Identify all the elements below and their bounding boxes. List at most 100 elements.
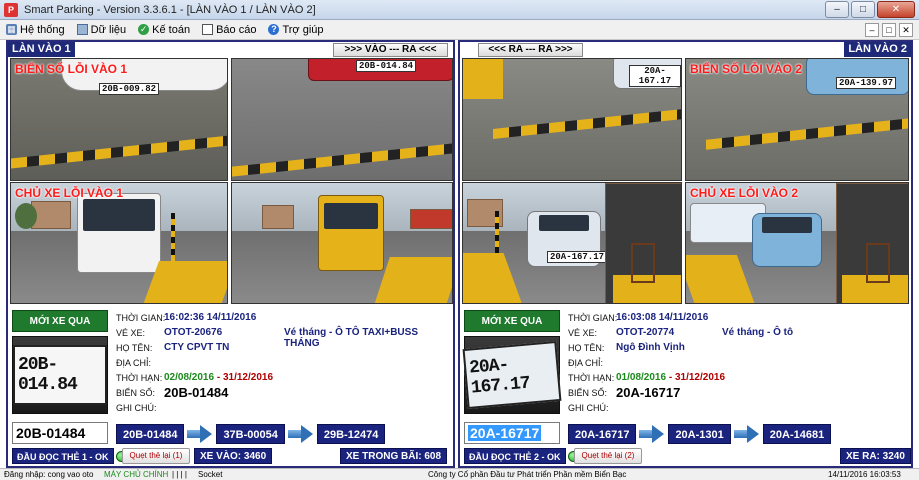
plate-row: BIỂN SỐ: 20A-16717 bbox=[568, 385, 908, 400]
plate-snapshot-text: 20B-014.84 bbox=[13, 345, 107, 405]
lane-info-panel: MỚI XE QUA 20A-167.17 20A-16717 THỜI GIA… bbox=[462, 306, 911, 466]
lane-header: LÀN VÀO 1 bbox=[8, 42, 75, 57]
mdi-close-button[interactable]: ✕ bbox=[899, 23, 913, 37]
time-row: THỜI GIAN: 16:02:36 14/11/2016 bbox=[116, 310, 456, 325]
vehicles-in-count: XE VÀO: 3460 bbox=[194, 448, 273, 464]
accounting-icon: ✓ bbox=[138, 24, 150, 35]
camera-label: CHỦ XE LỖI VÀO 2 bbox=[690, 186, 799, 200]
lane-status-row: ĐẦU ĐỌC THẺ 1 - OK Quẹt thẻ lại (1) XE V… bbox=[12, 448, 455, 464]
vehicle-details: THỜI GIAN: 16:02:36 14/11/2016 VÉ XE: OT… bbox=[116, 310, 456, 415]
vehicles-out-count: XE RA: 3240 bbox=[840, 448, 911, 464]
plate-history: 20A-16717 20A-1301 20A-14681 bbox=[568, 424, 832, 444]
ticket-label: VÉ XE: bbox=[568, 328, 598, 338]
menu-accounting[interactable]: ✓ Kế toán bbox=[138, 24, 190, 36]
menu-data[interactable]: Dữ liệu bbox=[76, 23, 127, 36]
direction-toggle-button[interactable]: >>> VÀO --- RA <<< bbox=[333, 43, 448, 57]
menu-label: Hệ thống bbox=[20, 23, 65, 36]
history-item: 20B-01484 bbox=[116, 424, 185, 444]
report-icon bbox=[202, 24, 214, 35]
address-row: ĐỊA CHỈ: bbox=[116, 355, 456, 370]
menu-label: Kế toán bbox=[152, 23, 191, 36]
rescan-card-button[interactable]: Quẹt thẻ lại (2) bbox=[574, 448, 642, 464]
note-row: GHI CHÚ: bbox=[568, 400, 908, 415]
mdi-restore-button[interactable]: □ bbox=[882, 23, 896, 37]
card-reader-status: ĐẦU ĐỌC THẺ 2 - OK bbox=[464, 448, 579, 464]
period-label: THỜI HẠN: bbox=[116, 373, 163, 383]
mdi-minimize-button[interactable]: – bbox=[865, 23, 879, 37]
new-vehicle-indicator: MỚI XE QUA bbox=[12, 310, 108, 332]
period-value: 01/08/2016 - 31/12/2016 bbox=[616, 372, 725, 383]
lane-2-panel: LÀN VÀO 2 <<< RA --- RA >>> 20A-167.17 2… bbox=[458, 40, 913, 468]
camera-plate-rear: 20B-014.84 bbox=[231, 58, 453, 181]
camera-plate-front: 20B-009.82 BIỂN SỐ LỖI VÀO 1 bbox=[10, 58, 228, 181]
ticket-row: VÉ XE: OTOT-20676 Vé tháng - Ô TÔ TAXI+B… bbox=[116, 325, 456, 349]
time-value: 16:02:36 14/11/2016 bbox=[164, 312, 257, 323]
status-datetime: 14/11/2016 16:03:53 bbox=[828, 470, 901, 479]
lane-info-panel: MỚI XE QUA 20B-014.84 20B-01484 THỜI GIA… bbox=[10, 306, 453, 466]
company-name: Công ty Cổ phần Đầu tư Phát triển Phần m… bbox=[428, 470, 627, 479]
address-label: ĐỊA CHỈ: bbox=[568, 358, 604, 368]
time-label: THỜI GIAN: bbox=[568, 313, 618, 323]
plate-label: BIỂN SỐ: bbox=[568, 388, 608, 398]
new-vehicle-indicator: MỚI XE QUA bbox=[464, 310, 560, 332]
camera-driver-view: 20A-167.17 bbox=[462, 182, 682, 304]
period-start: 02/08/2016 bbox=[164, 372, 215, 383]
minimize-button[interactable]: – bbox=[825, 1, 849, 18]
plate-snapshot: 20B-014.84 bbox=[12, 336, 108, 414]
ticket-type: Vé tháng - Ô tô bbox=[722, 327, 794, 338]
time-row: THỜI GIAN: 16:03:08 14/11/2016 bbox=[568, 310, 908, 325]
ticket-value: OTOT-20774 bbox=[616, 327, 675, 338]
menu-help[interactable]: ? Trợ giúp bbox=[268, 24, 324, 36]
address-label: ĐỊA CHỈ: bbox=[116, 358, 152, 368]
menu-label: Dữ liệu bbox=[90, 23, 127, 36]
ticket-row: VÉ XE: OTOT-20774 Vé tháng - Ô tô bbox=[568, 325, 908, 340]
name-row: HỌ TÊN: Ngô Đình Vịnh bbox=[568, 340, 908, 355]
lane-header: LÀN VÀO 2 bbox=[844, 42, 911, 57]
camera-overview: CHỦ XE LỖI VÀO 2 bbox=[685, 182, 909, 304]
note-label: GHI CHÚ: bbox=[116, 403, 157, 413]
status-separator: | | | | bbox=[172, 470, 187, 479]
camera-overview bbox=[231, 182, 453, 304]
history-item: 29B-12474 bbox=[316, 424, 386, 444]
period-sep: - bbox=[666, 372, 675, 383]
arrow-right-icon bbox=[733, 424, 760, 444]
server-status: MÁY CHỦ CHÍNH bbox=[104, 470, 169, 479]
maximize-button[interactable]: □ bbox=[851, 1, 875, 18]
close-button[interactable]: ✕ bbox=[877, 1, 915, 18]
plate-input[interactable]: 20A-16717 bbox=[464, 422, 560, 444]
plate-input[interactable]: 20B-01484 bbox=[12, 422, 108, 444]
period-value: 02/08/2016 - 31/12/2016 bbox=[164, 372, 273, 383]
data-icon bbox=[76, 24, 88, 35]
history-item: 20A-16717 bbox=[568, 424, 637, 444]
ticket-value: OTOT-20676 bbox=[164, 327, 223, 338]
window-title: Smart Parking - Version 3.3.6.1 - [LÀN V… bbox=[24, 4, 316, 16]
camera-plate-text: 20B-009.82 bbox=[99, 83, 160, 95]
menu-system[interactable]: ▦ Hệ thống bbox=[6, 24, 65, 36]
name-label: HỌ TÊN: bbox=[116, 343, 153, 353]
menu-report[interactable]: Báo cáo bbox=[202, 24, 256, 36]
lane-status-row: ĐẦU ĐỌC THẺ 2 - OK Quẹt thẻ lại (2) XE R… bbox=[464, 448, 913, 464]
period-row: THỜI HẠN: 01/08/2016 - 31/12/2016 bbox=[568, 370, 908, 385]
camera-plate-text: 20B-014.84 bbox=[356, 60, 417, 72]
note-label: GHI CHÚ: bbox=[568, 403, 609, 413]
card-reader-label: ĐẦU ĐỌC THẺ 2 - OK bbox=[469, 452, 561, 462]
arrow-right-icon bbox=[287, 424, 314, 444]
camera-plate-text: 20A-167.17 bbox=[629, 65, 681, 87]
socket-status: Socket bbox=[198, 470, 223, 479]
address-row: ĐỊA CHỈ: bbox=[568, 355, 908, 370]
time-value: 16:03:08 14/11/2016 bbox=[616, 312, 709, 323]
arrow-right-icon bbox=[639, 424, 665, 444]
period-sep: - bbox=[214, 372, 223, 383]
arrow-right-icon bbox=[187, 424, 213, 444]
period-label: THỜI HẠN: bbox=[568, 373, 615, 383]
name-label: HỌ TÊN: bbox=[568, 343, 605, 353]
period-end: 31/12/2016 bbox=[674, 372, 726, 383]
time-label: THỜI GIAN: bbox=[116, 313, 166, 323]
name-row: HỌ TÊN: CTY CPVT TN bbox=[116, 340, 456, 355]
rescan-card-button[interactable]: Quẹt thẻ lại (1) bbox=[122, 448, 190, 464]
direction-toggle-button[interactable]: <<< RA --- RA >>> bbox=[478, 43, 583, 57]
camera-plate-rear: 20A-139.97 BIỂN SỐ LỖI VÀO 2 bbox=[685, 58, 909, 181]
lane-1-panel: LÀN VÀO 1 >>> VÀO --- RA <<< 20B-009.82 … bbox=[6, 40, 455, 468]
period-start: 01/08/2016 bbox=[616, 372, 667, 383]
main-area: LÀN VÀO 1 >>> VÀO --- RA <<< 20B-009.82 … bbox=[0, 40, 919, 468]
